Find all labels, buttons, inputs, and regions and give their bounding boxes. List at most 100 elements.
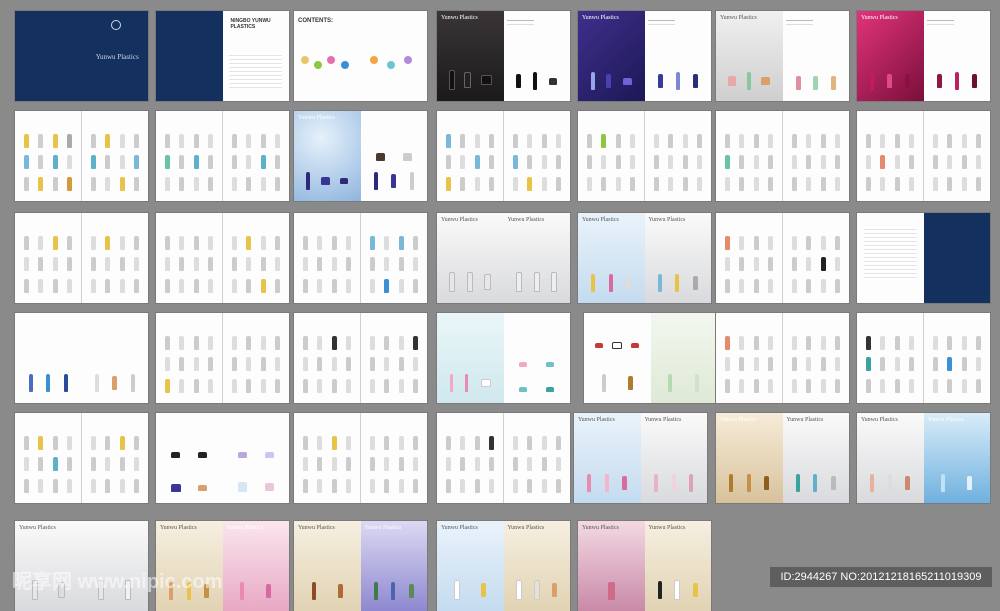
catalog-spread-pumps-6[interactable]	[857, 111, 990, 201]
bottle-product-image	[90, 176, 96, 191]
catalog-spread-blue-jars[interactable]: Yunwu Plastics	[294, 111, 427, 201]
catalog-spread-rose-series[interactable]: Yunwu Plastics Yunwu Plastics	[578, 521, 711, 611]
catalog-spread-pumps-12[interactable]	[294, 313, 427, 403]
bottle-product-image	[193, 155, 199, 170]
bottle-product-image	[835, 335, 841, 350]
pump-grid-page	[294, 313, 360, 403]
catalog-spread-black-series[interactable]: Yunwu Plastics	[437, 11, 570, 101]
bottle-product-image	[961, 378, 967, 393]
bottle-product-image	[668, 155, 674, 170]
bottle-product-image	[275, 155, 281, 170]
catalog-spread-pumps-3[interactable]	[437, 111, 570, 201]
intro-left-page	[156, 11, 223, 101]
catalog-spread-intro[interactable]: NINGBO YUNWU PLASTICS	[156, 11, 289, 101]
bottle-product-image	[164, 257, 170, 272]
white-gold-series-page-right: Yunwu Plastics	[503, 521, 570, 611]
bottle-product-image	[460, 457, 466, 472]
contents-dot-icon	[403, 56, 412, 64]
catalog-spread-magenta-series[interactable]: Yunwu Plastics	[857, 11, 990, 101]
bottle-product-image	[67, 435, 73, 450]
catalog-spread-jar-series[interactable]	[156, 413, 289, 503]
product-row	[585, 582, 638, 601]
catalog-spread-pumps-9[interactable]	[294, 213, 427, 303]
bottle-product-image	[264, 483, 274, 492]
catalog-spread-purple-series[interactable]: Yunwu Plastics	[578, 11, 711, 101]
catalog-spread-pumps-8[interactable]	[156, 213, 289, 303]
catalog-spread-back-cover[interactable]	[857, 213, 990, 303]
bottle-product-image	[601, 176, 607, 191]
bottle-product-image	[275, 257, 281, 272]
bottle-product-image	[932, 335, 938, 350]
bottle-product-image	[724, 235, 730, 250]
catalog-spread-pumps-11[interactable]	[156, 313, 289, 403]
bottle-product-image	[746, 474, 751, 493]
bottle-product-image	[909, 176, 915, 191]
bottle-product-image	[516, 580, 523, 601]
catalog-spread-crystal-series[interactable]: Yunwu Plastics Yunwu Plastics	[857, 413, 990, 503]
product-row	[591, 374, 644, 393]
catalog-spread-brown-green-series[interactable]: Yunwu Plastics Yunwu Plastics	[294, 521, 427, 611]
bottle-product-image	[317, 335, 323, 350]
magenta-series-spec-page	[923, 11, 990, 101]
catalog-spread-tube-series[interactable]	[437, 313, 570, 403]
bottle-product-image	[67, 457, 73, 472]
header-rule	[786, 20, 814, 25]
bottle-product-image	[260, 378, 266, 393]
bottle-product-image	[402, 152, 412, 161]
catalog-spread-pumps-7[interactable]	[15, 213, 148, 303]
bottle-product-image	[976, 176, 982, 191]
bottle-product-image	[445, 478, 451, 493]
bottle-product-image	[67, 176, 73, 191]
catalog-spread-contents[interactable]: CONTENTS:	[294, 11, 427, 101]
product-row	[591, 342, 644, 349]
bottle-product-image	[246, 257, 252, 272]
bottle-product-image	[630, 155, 636, 170]
pink-bottles-page-right: Yunwu Plastics	[640, 413, 707, 503]
intro-title: NINGBO YUNWU PLASTICS	[230, 18, 271, 31]
bottle-product-image	[119, 155, 125, 170]
catalog-spread-pumps-13[interactable]	[716, 313, 849, 403]
catalog-spread-pastel-series[interactable]: Yunwu Plastics Yunwu Plastics	[578, 213, 711, 303]
catalog-spread-compact-series[interactable]	[584, 313, 717, 403]
pump-grid-page	[294, 413, 360, 503]
bottle-product-image	[820, 155, 826, 170]
bottle-product-image	[586, 176, 592, 191]
catalog-spread-amber-series[interactable]: Yunwu Plastics Yunwu Plastics	[716, 413, 849, 503]
catalog-spread-gold-series[interactable]: Yunwu Plastics	[716, 11, 849, 101]
bottle-product-image	[820, 257, 826, 272]
bottle-product-image	[835, 357, 841, 372]
catalog-spread-pumps-17[interactable]	[437, 413, 570, 503]
product-grid	[87, 433, 142, 496]
catalog-spread-pumps-15[interactable]	[15, 413, 148, 503]
bottle-product-image	[961, 155, 967, 170]
catalog-spread-white-gold-series[interactable]: Yunwu Plastics Yunwu Plastics	[437, 521, 570, 611]
catalog-spread-clear-series[interactable]: Yunwu Plastics Yunwu Plastics	[437, 213, 570, 303]
catalog-spread-pumps-5[interactable]	[716, 111, 849, 201]
bottle-product-image	[724, 133, 730, 148]
catalog-spread-pumps-1[interactable]	[15, 111, 148, 201]
bottle-product-image	[193, 357, 199, 372]
catalog-spread-pink-bottles[interactable]: Yunwu Plastics Yunwu Plastics	[574, 413, 707, 503]
bottle-product-image	[654, 474, 658, 493]
catalog-spread-pumps-10[interactable]	[716, 213, 849, 303]
bottle-product-image	[657, 274, 662, 293]
bottle-product-image	[369, 435, 375, 450]
catalog-spread-pumps-4[interactable]	[578, 111, 711, 201]
bottle-product-image	[198, 452, 208, 458]
page-brand-header: Yunwu Plastics	[364, 524, 402, 531]
bottle-product-image	[729, 474, 734, 493]
bottle-product-image	[739, 378, 745, 393]
bottle-product-image	[260, 335, 266, 350]
page-brand-header: Yunwu Plastics	[226, 524, 264, 531]
product-grid	[442, 433, 497, 496]
catalog-spread-pumps-2[interactable]	[156, 111, 289, 201]
bottle-product-image	[413, 357, 419, 372]
catalog-spread-pumps-14[interactable]	[857, 313, 990, 403]
bottle-product-image	[38, 235, 44, 250]
bottle-product-image	[728, 76, 736, 87]
catalog-spread-pumps-16[interactable]	[294, 413, 427, 503]
catalog-spread-lotion-series[interactable]	[15, 313, 148, 403]
bottle-product-image	[830, 76, 836, 91]
bottle-product-image	[105, 278, 111, 293]
catalog-spread-cover[interactable]: Yunwu Plastics	[15, 11, 148, 101]
